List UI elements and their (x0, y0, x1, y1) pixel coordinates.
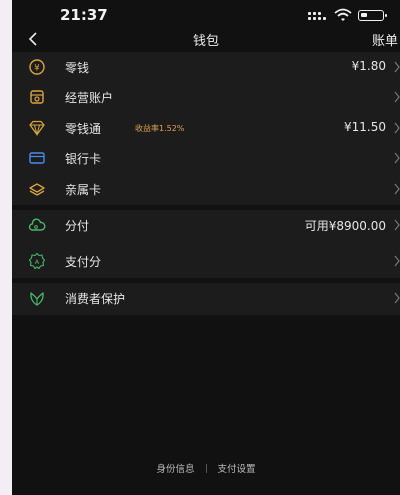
row-label: 亲属卡 (65, 183, 102, 197)
footer-divider (205, 464, 207, 473)
bill-button[interactable]: 账单 (372, 30, 398, 49)
cloud-icon (28, 218, 46, 231)
bank-card-icon (29, 152, 45, 164)
row-family-card[interactable]: 亲属卡 (12, 176, 400, 202)
coin-icon: ¥ (29, 59, 45, 75)
row-bank-card[interactable]: 银行卡 (12, 145, 400, 171)
status-time: 21:37 (60, 6, 108, 24)
chevron-right-icon (394, 219, 400, 231)
svg-text:¥: ¥ (34, 63, 40, 73)
row-value: ¥11.50 (344, 120, 386, 134)
chevron-right-icon (394, 61, 400, 73)
row-label: 经营账户 (65, 91, 114, 105)
row-change-plus[interactable]: 零钱通 收益率1.52% ¥11.50 (12, 115, 400, 141)
credit-group: 分付 可用¥8900.00 A 支付分 (12, 210, 400, 278)
identity-info-link[interactable]: 身份信息 (156, 464, 194, 475)
row-label: 银行卡 (65, 152, 102, 166)
wallet-group: ¥ 零钱 ¥1.80 经营账户 零钱通 收益率1.52% ¥11.50 银行卡 … (12, 52, 400, 205)
store-icon (30, 90, 44, 104)
diamond-icon (29, 120, 45, 137)
svg-text:A: A (35, 258, 40, 266)
wallet-screen: 21:37 钱包 账单 ¥ 零钱 ¥1.80 经营账户 零钱通 收益率1.52%… (12, 0, 400, 495)
row-consumer-protection[interactable]: 消费者保护 (12, 285, 400, 311)
chevron-right-icon (394, 292, 400, 304)
row-label: 分付 (65, 219, 90, 233)
row-value: ¥1.80 (351, 59, 386, 73)
row-label: 支付分 (65, 255, 102, 269)
chevron-right-icon (394, 183, 400, 195)
status-bar: 21:37 (12, 0, 400, 30)
battery-icon (358, 10, 387, 21)
yield-rate-badge: 收益率1.52% (135, 124, 185, 133)
row-value: 可用¥8900.00 (304, 219, 386, 233)
family-card-icon (29, 183, 45, 196)
score-badge-icon: A (28, 252, 46, 270)
chevron-right-icon (394, 152, 400, 164)
payment-settings-link[interactable]: 支付设置 (218, 464, 256, 475)
row-installment-pay[interactable]: 分付 可用¥8900.00 (12, 212, 400, 238)
wifi-icon (334, 8, 352, 21)
footer-links: 身份信息 支付设置 (12, 461, 400, 475)
protection-group: 消费者保护 (12, 283, 400, 315)
row-pay-score[interactable]: A 支付分 (12, 248, 400, 274)
row-label: 零钱通 (65, 122, 102, 136)
nav-bar: 钱包 账单 (12, 28, 400, 50)
chevron-right-icon (394, 255, 400, 267)
shield-leaf-icon (30, 292, 44, 306)
chevron-right-icon (394, 91, 400, 103)
row-label: 零钱 (65, 61, 90, 75)
row-change[interactable]: ¥ 零钱 ¥1.80 (12, 54, 400, 80)
row-business-account[interactable]: 经营账户 (12, 84, 400, 110)
page-title: 钱包 (192, 34, 219, 49)
signal-icon (308, 12, 330, 21)
row-label: 消费者保护 (65, 292, 126, 306)
chevron-right-icon (394, 122, 400, 134)
